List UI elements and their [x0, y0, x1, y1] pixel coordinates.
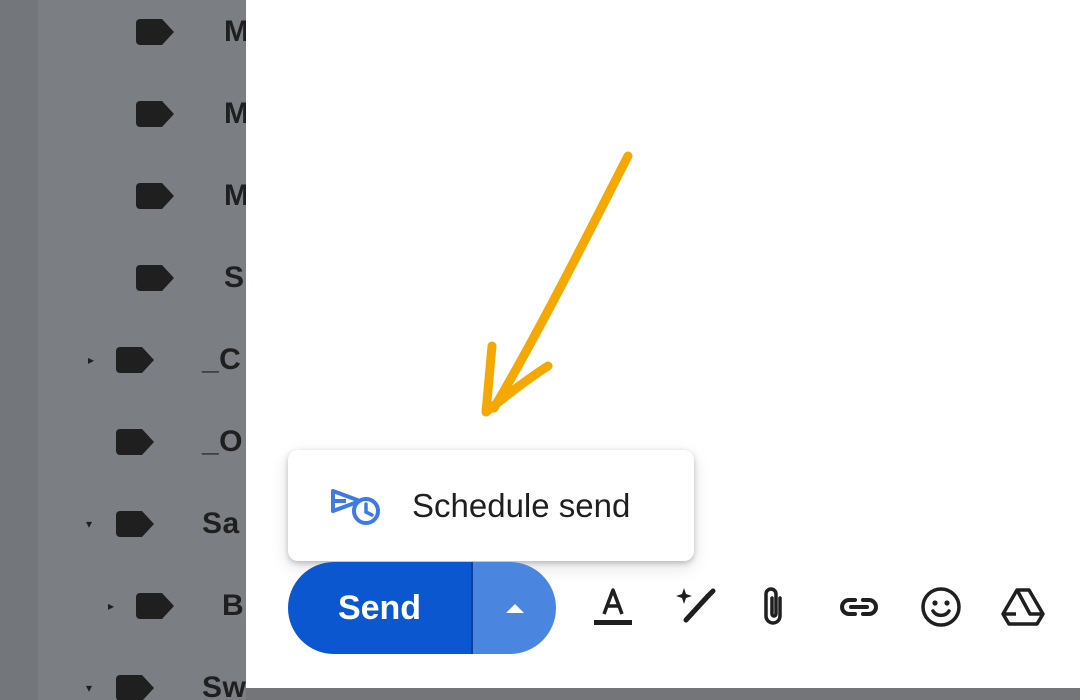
insert-drive-button[interactable]	[998, 582, 1048, 632]
label-icon	[136, 19, 174, 45]
schedule-send-icon	[331, 488, 380, 525]
send-options-menu: Schedule send	[288, 450, 694, 561]
sidebar-label-6[interactable]: _O	[116, 422, 243, 462]
sidebar-label-3[interactable]: M	[136, 176, 246, 216]
sidebar-label-text: M	[224, 97, 246, 130]
compose-bottom-edge	[246, 688, 1080, 700]
sidebar-label-2[interactable]: M	[136, 94, 246, 134]
sidebar-label-8[interactable]: ▸ B	[104, 586, 244, 626]
label-icon	[136, 593, 174, 619]
sidebar-label-text: M	[224, 179, 246, 212]
arrow-up-icon	[505, 604, 524, 613]
sidebar-label-text: Sa	[202, 507, 240, 540]
schedule-send-label: Schedule send	[412, 486, 631, 524]
send-button[interactable]: Send	[288, 562, 473, 654]
more-send-options-button[interactable]	[473, 562, 556, 654]
sidebar-label-text: S	[224, 261, 245, 294]
sidebar-label-1[interactable]: M	[136, 12, 246, 52]
attach-icon	[764, 587, 782, 625]
collapse-caret-icon[interactable]: ▾	[82, 681, 96, 695]
emoji-icon	[921, 587, 961, 627]
schedule-send-item[interactable]: Schedule send	[330, 485, 630, 527]
sidebar-label-9[interactable]: ▾ Swipe file	[82, 668, 246, 700]
link-icon	[840, 598, 878, 616]
formatting-options-button[interactable]	[588, 582, 638, 632]
help-me-write-button[interactable]	[672, 582, 722, 632]
insert-link-button[interactable]	[834, 582, 884, 632]
label-icon	[116, 429, 154, 455]
insert-emoji-button[interactable]	[916, 582, 966, 632]
format-text-icon	[594, 588, 632, 625]
label-icon	[136, 101, 174, 127]
label-icon	[116, 347, 154, 373]
annotation-arrow-icon	[481, 151, 633, 417]
magic-write-icon	[676, 588, 716, 623]
sidebar-label-text: B	[222, 589, 245, 622]
sidebar-edge	[0, 0, 38, 700]
label-icon	[136, 183, 174, 209]
expand-caret-icon[interactable]: ▸	[104, 599, 118, 613]
label-icon	[116, 511, 154, 537]
sidebar-label-7[interactable]: ▾ Sa	[82, 504, 240, 544]
sidebar-label-4[interactable]: S	[136, 258, 245, 298]
sidebar-label-text: M	[224, 15, 246, 48]
label-icon	[116, 675, 154, 700]
label-icon	[136, 265, 174, 291]
sidebar-label-5[interactable]: ▸ _C	[84, 340, 241, 380]
drive-icon	[1001, 588, 1045, 626]
sidebar-label-text: Swipe file	[202, 671, 246, 700]
send-button-group: Send	[288, 562, 556, 654]
sidebar-label-text: _O	[202, 425, 244, 458]
expand-caret-icon[interactable]: ▸	[84, 353, 98, 367]
sidebar-label-text: _C	[202, 343, 242, 376]
attach-files-button[interactable]	[748, 582, 798, 632]
collapse-caret-icon[interactable]: ▾	[82, 517, 96, 531]
sidebar: M M M S ▸ _C _O ▾ Sa ▸ B ▾ Swipe file	[0, 0, 246, 700]
